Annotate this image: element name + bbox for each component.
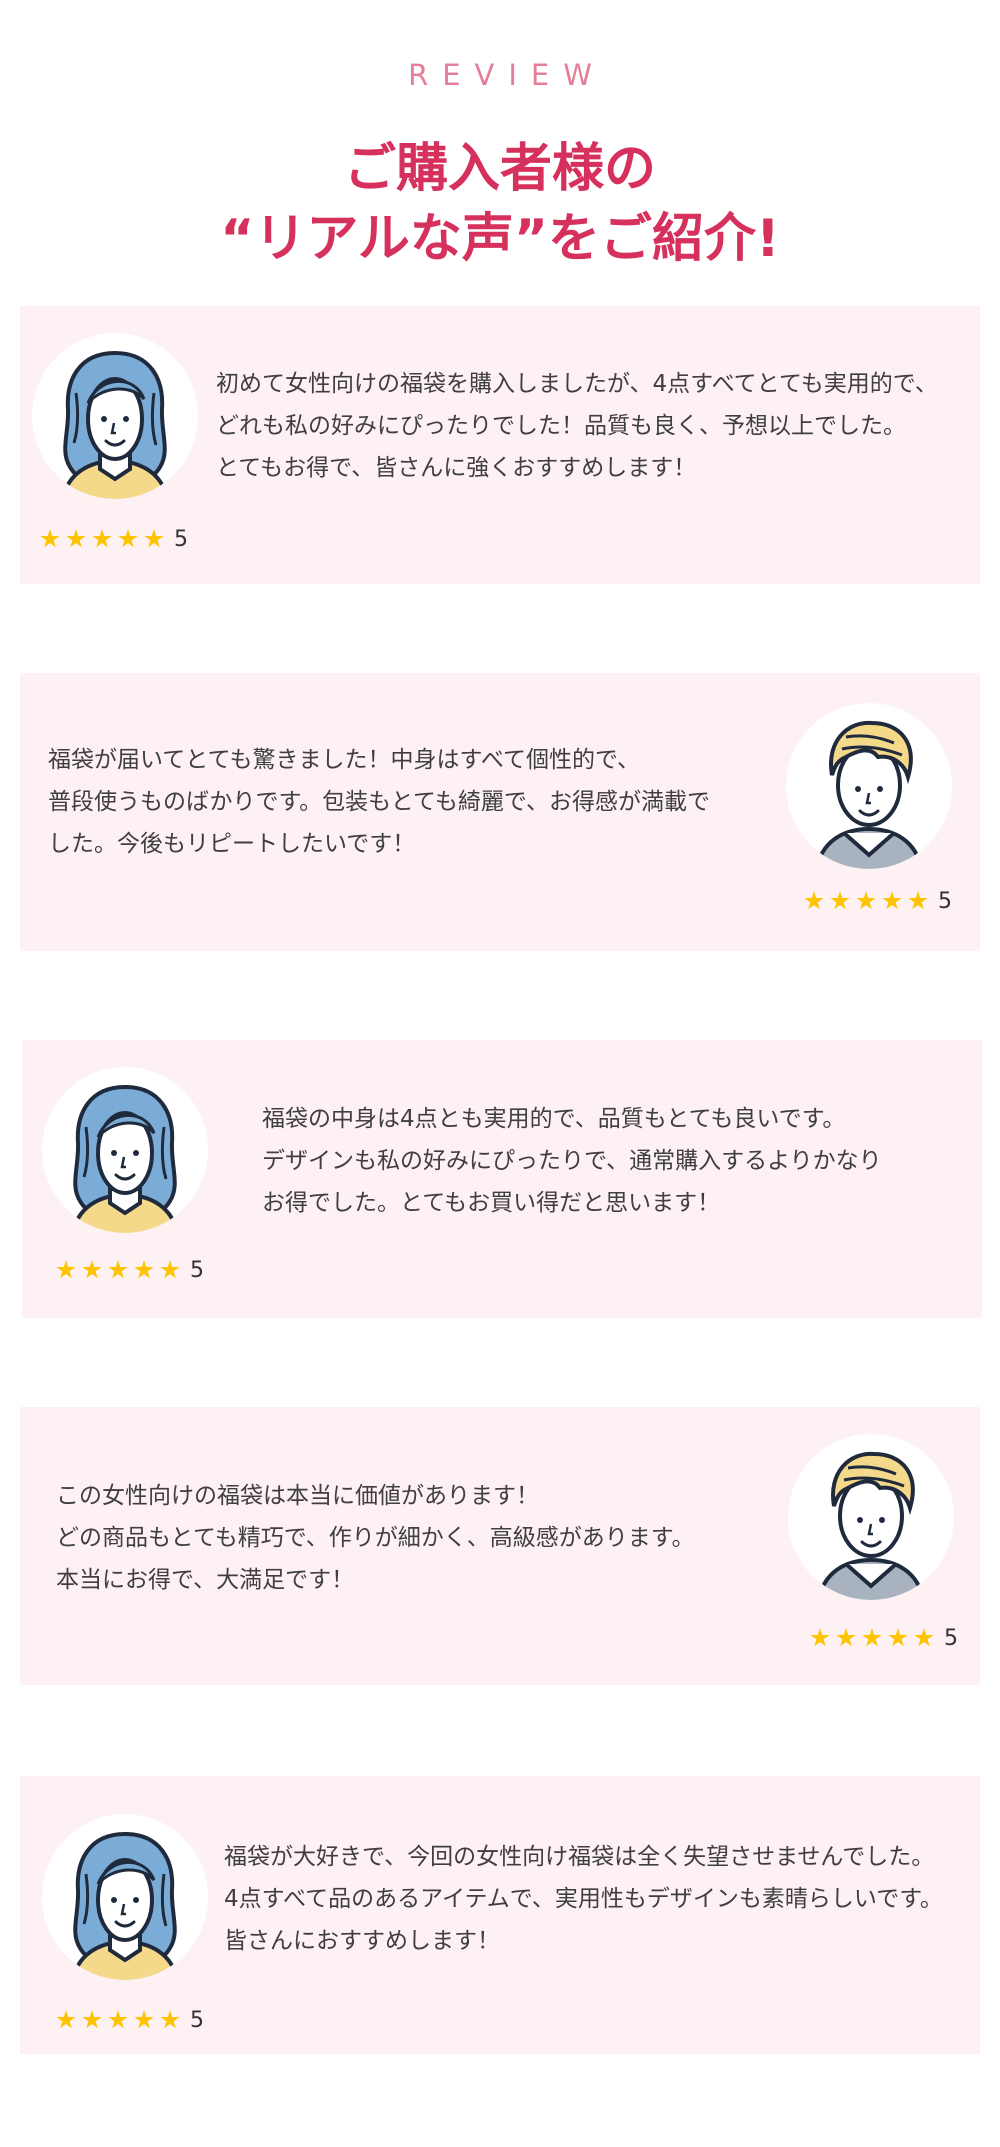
star-icon [134, 1260, 154, 1279]
review-text-line: お得でした。とてもお買い得だと思います！ [262, 1190, 721, 1216]
star-icon [108, 2010, 128, 2029]
review-text: この女性向けの福袋は本当に価値があります！ どの商品もとても精巧で、作りが細かく… [56, 1475, 694, 1601]
review-card: この女性向けの福袋は本当に価値があります！ どの商品もとても精巧で、作りが細かく… [20, 1407, 980, 1685]
review-text-line: した。今後もリピートしたいです！ [48, 831, 416, 857]
review-card: 福袋の中身は4点とも実用的で、品質もとても良いです。 デザインも私の好みにぴった… [22, 1040, 982, 1318]
star-icon [56, 1260, 76, 1279]
star-icon [66, 529, 86, 548]
blue-hair-woman-icon [42, 1067, 208, 1233]
section-eyebrow: REVIEW [408, 58, 606, 92]
star-icon [882, 891, 902, 910]
review-text-line: どの商品もとても精巧で、作りが細かく、高級感があります。 [56, 1525, 695, 1551]
review-text-line: この女性向けの福袋は本当に価値があります！ [56, 1483, 539, 1509]
blonde-hair-person-icon [788, 1434, 954, 1600]
review-text-line: 福袋が大好きで、今回の女性向け福袋は全く失望させませんでした。 [224, 1844, 935, 1870]
rating-value: 5 [190, 2007, 204, 2033]
star-icon [836, 1628, 856, 1647]
rating-value: 5 [174, 526, 188, 552]
review-text-line: 福袋が届いてとても驚きました！中身はすべて個性的で、 [48, 747, 641, 773]
blonde-hair-person-icon [786, 703, 952, 869]
review-card: 福袋が大好きで、今回の女性向け福袋は全く失望させませんでした。 4点すべて品のあ… [20, 1776, 980, 2054]
review-text-line: とてもお得で、皆さんに強くおすすめします！ [216, 455, 697, 481]
blue-hair-woman-icon [32, 333, 198, 499]
review-text: 福袋の中身は4点とも実用的で、品質もとても良いです。 デザインも私の好みにぴった… [262, 1098, 882, 1224]
star-rating: 5 [40, 525, 188, 553]
star-icon [160, 2010, 180, 2029]
section-title-line1: ご購入者様の [343, 139, 656, 199]
review-text-line: 福袋の中身は4点とも実用的で、品質もとても良いです。 [262, 1106, 846, 1132]
rating-value: 5 [938, 888, 952, 914]
review-text: 初めて女性向けの福袋を購入しましたが、4点すべてとても実用的で、 どれも私の好み… [216, 363, 938, 489]
star-icon [862, 1628, 882, 1647]
star-icon [914, 1628, 934, 1647]
star-icon [908, 891, 928, 910]
star-rating: 5 [810, 1624, 958, 1652]
review-text: 福袋が大好きで、今回の女性向け福袋は全く失望させませんでした。 4点すべて品のあ… [224, 1836, 943, 1962]
star-icon [830, 891, 850, 910]
review-section: REVIEW ご購入者様の “リアルな声”をご紹介! 初めて女性向けの福袋を購入… [0, 0, 1000, 2147]
star-icon [144, 529, 164, 548]
star-rating: 5 [56, 1256, 204, 1284]
star-icon [810, 1628, 830, 1647]
review-card: 福袋が届いてとても驚きました！中身はすべて個性的で、 普段使うものばかりです。包… [20, 673, 980, 951]
review-text-line: 普段使うものばかりです。包装もとても綺麗で、お得感が満載で [48, 789, 710, 815]
star-icon [804, 891, 824, 910]
star-icon [56, 2010, 76, 2029]
star-icon [888, 1628, 908, 1647]
star-icon [134, 2010, 154, 2029]
star-icon [160, 1260, 180, 1279]
review-text-line: 皆さんにおすすめします！ [224, 1928, 500, 1954]
star-icon [108, 1260, 128, 1279]
star-icon [92, 529, 112, 548]
star-icon [856, 891, 876, 910]
star-icon [82, 2010, 102, 2029]
review-card: 初めて女性向けの福袋を購入しましたが、4点すべてとても実用的で、 どれも私の好み… [20, 306, 980, 584]
star-rating: 5 [804, 887, 952, 915]
section-title-line2: “リアルな声”をご紹介! [220, 209, 780, 269]
review-text-line: デザインも私の好みにぴったりで、通常購入するよりかなり [262, 1148, 882, 1174]
review-text: 福袋が届いてとても驚きました！中身はすべて個性的で、 普段使うものばかりです。包… [48, 739, 710, 865]
review-text-line: 初めて女性向けの福袋を購入しましたが、4点すべてとても実用的で、 [216, 371, 938, 397]
review-text-line: 本当にお得で、大満足です！ [56, 1567, 355, 1593]
blue-hair-woman-icon [42, 1814, 208, 1980]
star-rating: 5 [56, 2006, 204, 2034]
review-text-line: どれも私の好みにぴったりでした！品質も良く、予想以上でした。 [216, 413, 906, 439]
rating-value: 5 [190, 1257, 204, 1283]
rating-value: 5 [944, 1625, 958, 1651]
star-icon [82, 1260, 102, 1279]
review-text-line: 4点すべて品のあるアイテムで、実用性もデザインも素晴らしいです。 [224, 1886, 943, 1912]
star-icon [40, 529, 60, 548]
star-icon [118, 529, 138, 548]
